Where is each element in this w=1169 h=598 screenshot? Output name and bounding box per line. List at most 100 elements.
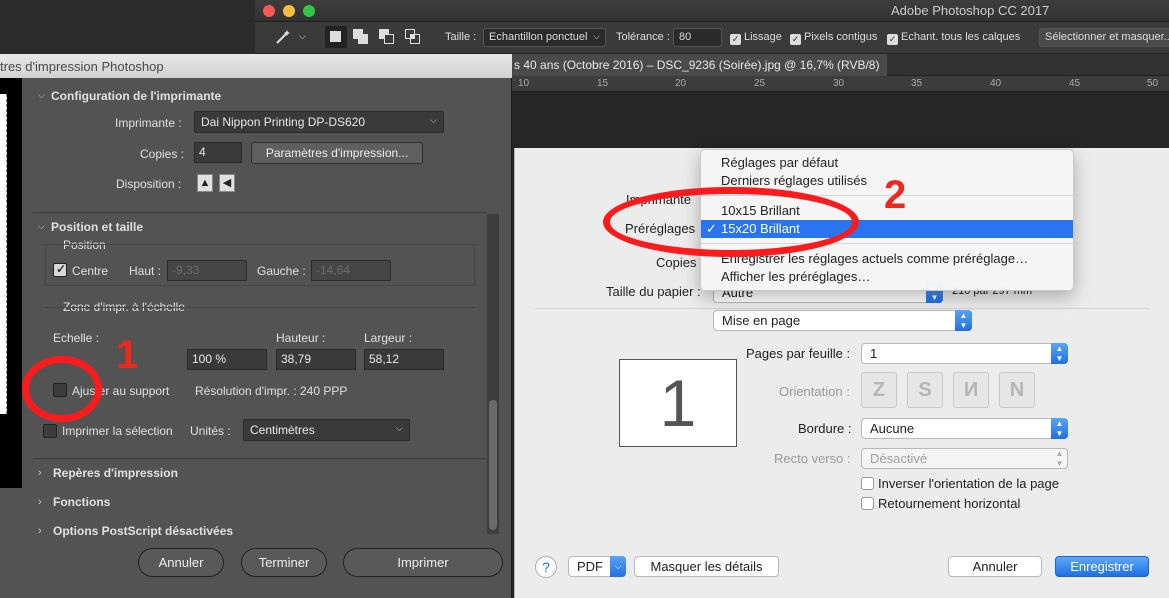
ruler-tick: 10	[518, 78, 530, 89]
cancel-button[interactable]: Annuler	[948, 556, 1042, 577]
printer-label: Imprimante :	[115, 116, 182, 130]
menu-item-default-settings[interactable]: Réglages par défaut	[701, 154, 1073, 172]
sample-size-label: Taille :	[445, 31, 477, 43]
orientation-n-icon[interactable]: N	[999, 372, 1035, 408]
orientation-z-icon[interactable]: Z	[861, 372, 897, 408]
print-preview	[0, 78, 22, 488]
tolerance-label: Tolérance :	[616, 31, 670, 43]
copies-input[interactable]: 4	[194, 142, 242, 163]
hide-details-button[interactable]: Masquer les détails	[634, 556, 779, 577]
center-checkbox[interactable]	[53, 262, 67, 277]
print-selection-label: Imprimer la sélection	[62, 424, 173, 438]
document-tab[interactable]: s 40 ans (Octobre 2016) – DSC_9236 (Soir…	[510, 54, 888, 76]
print-marks-heading[interactable]: Repères d'impression	[53, 466, 178, 480]
intersect-selection-mode-icon[interactable]	[405, 29, 421, 45]
pages-per-sheet-label: Pages par feuille :	[746, 346, 851, 361]
ruler-tick: 35	[911, 78, 923, 89]
paper-size-label: Taille du papier :	[606, 284, 701, 299]
duplex-label: Recto verso :	[774, 451, 851, 466]
page-layout-preview: 1	[619, 359, 737, 447]
subtract-selection-mode-icon[interactable]	[379, 29, 395, 45]
reverse-orientation-label: Inverser l'orientation de la page	[878, 476, 1059, 491]
orientation-reverse-n-icon[interactable]: И	[953, 372, 989, 408]
scale-input[interactable]: 100 %	[187, 349, 267, 370]
new-selection-mode-button[interactable]	[325, 26, 347, 48]
left-label: Gauche :	[257, 264, 306, 278]
scale-label: Echelle :	[53, 331, 100, 345]
settings-section-select[interactable]: Mise en page ▲ ▼	[713, 310, 972, 331]
ruler-tick: 30	[833, 78, 845, 89]
add-selection-mode-icon[interactable]	[353, 29, 369, 45]
sample-size-select[interactable]: Echantillon ponctuel ⌵	[483, 28, 606, 47]
height-label: Hauteur :	[276, 331, 326, 345]
photoshop-title-bar: Adobe Photoshop CC 2017	[255, 0, 1169, 22]
close-window-icon[interactable]	[263, 5, 275, 17]
center-label: Centre	[72, 264, 109, 278]
cancel-button[interactable]: Annuler	[138, 548, 224, 577]
portrait-layout-icon[interactable]: ▲	[197, 174, 213, 192]
chevron-right-icon[interactable]: ›	[38, 496, 42, 508]
chevron-down-icon[interactable]: ⌵	[38, 221, 45, 232]
annotation-number-1: 1	[116, 333, 139, 377]
printer-config-heading: Configuration de l'imprimante	[51, 89, 222, 103]
copies-label: Copies	[656, 255, 697, 270]
chevron-right-icon[interactable]: ›	[38, 467, 42, 479]
print-selection-checkbox[interactable]	[43, 424, 57, 438]
height-input[interactable]: 38,79	[276, 349, 356, 370]
contiguous-checkbox[interactable]: ✓ Pixels contigus	[790, 31, 877, 45]
width-input[interactable]: 58,12	[364, 349, 444, 370]
print-button[interactable]: Imprimer	[343, 548, 503, 577]
chevron-right-icon[interactable]: ›	[38, 525, 42, 537]
sample-all-layers-checkbox[interactable]: ✓ Echant. tous les calques	[887, 31, 1020, 45]
pages-per-sheet-select[interactable]: 1 ▲ ▼	[861, 343, 1068, 364]
units-label: Unités :	[190, 424, 231, 438]
zoom-window-icon[interactable]	[303, 5, 315, 17]
border-select[interactable]: Aucune ▲ ▼	[861, 418, 1068, 439]
minimize-window-icon[interactable]	[283, 5, 295, 17]
save-button[interactable]: Enregistrer	[1055, 556, 1149, 577]
document-tab-bar: s 40 ans (Octobre 2016) – DSC_9236 (Soir…	[510, 54, 1169, 76]
ruler-tick: 45	[1069, 78, 1081, 89]
annotation-ring-2	[603, 187, 859, 257]
top-input[interactable]: -9,33	[167, 260, 247, 281]
orientation-label: Orientation :	[779, 384, 850, 399]
magic-wand-icon[interactable]	[275, 29, 291, 45]
horizontal-ruler: 10 15 20 25 30 35 40 45 50	[510, 76, 1169, 92]
annotation-number-2: 2	[884, 173, 907, 217]
functions-heading[interactable]: Fonctions	[53, 495, 110, 509]
app-title: Adobe Photoshop CC 2017	[891, 3, 1050, 18]
flip-horizontal-label: Retournement horizontal	[878, 496, 1021, 511]
chevron-down-icon[interactable]: ⌵	[38, 90, 45, 101]
print-dialog-title: tres d'impression Photoshop	[0, 54, 512, 78]
print-settings-button[interactable]: Paramètres d'impression...	[251, 142, 423, 164]
ruler-tick: 15	[597, 78, 609, 89]
left-input[interactable]: -14,64	[311, 260, 391, 281]
duplex-select: Désactivé ▲ ▼	[861, 448, 1068, 469]
pdf-menu-button[interactable]: PDF ⌵	[568, 556, 626, 577]
panel-scrollbar[interactable]	[487, 214, 499, 534]
reverse-orientation-checkbox[interactable]	[861, 477, 874, 490]
chevron-down-icon: ⌵	[610, 556, 626, 577]
printer-select[interactable]: Dai Nippon Printing DP-DS620 ⌵	[194, 111, 444, 133]
ruler-tick: 20	[675, 78, 687, 89]
ruler-tick: 25	[754, 78, 766, 89]
annotation-ring-1	[22, 356, 102, 422]
flip-horizontal-checkbox[interactable]	[861, 497, 874, 510]
tolerance-input[interactable]: 80	[673, 28, 722, 47]
options-bar: ⌵ Taille : Echantillon ponctuel ⌵ Toléran…	[255, 22, 1169, 54]
photoshop-print-dialog: tres d'impression Photoshop ⌵ Configurat…	[0, 54, 512, 598]
antialias-checkbox[interactable]: ✓ Lissage	[730, 31, 782, 45]
position-size-heading: Position et taille	[51, 220, 144, 234]
help-button[interactable]: ?	[535, 556, 557, 578]
orientation-s-icon[interactable]: S	[907, 372, 943, 408]
postscript-heading[interactable]: Options PostScript désactivées	[53, 524, 233, 538]
select-and-mask-button[interactable]: Sélectionner et masquer...	[1039, 28, 1169, 47]
print-resolution-text: Résolution d'impr. : 240 PPP	[195, 384, 348, 398]
tool-dropdown-icon[interactable]: ⌵	[299, 31, 306, 42]
units-select[interactable]: Centimètres ⌵	[243, 419, 410, 441]
done-button[interactable]: Terminer	[241, 548, 327, 577]
landscape-layout-icon[interactable]: ◀	[219, 174, 235, 192]
layout-label: Disposition :	[116, 177, 182, 191]
ruler-tick: 50	[1147, 78, 1159, 89]
menu-item-show-presets[interactable]: Afficher les préréglages…	[701, 268, 1073, 286]
